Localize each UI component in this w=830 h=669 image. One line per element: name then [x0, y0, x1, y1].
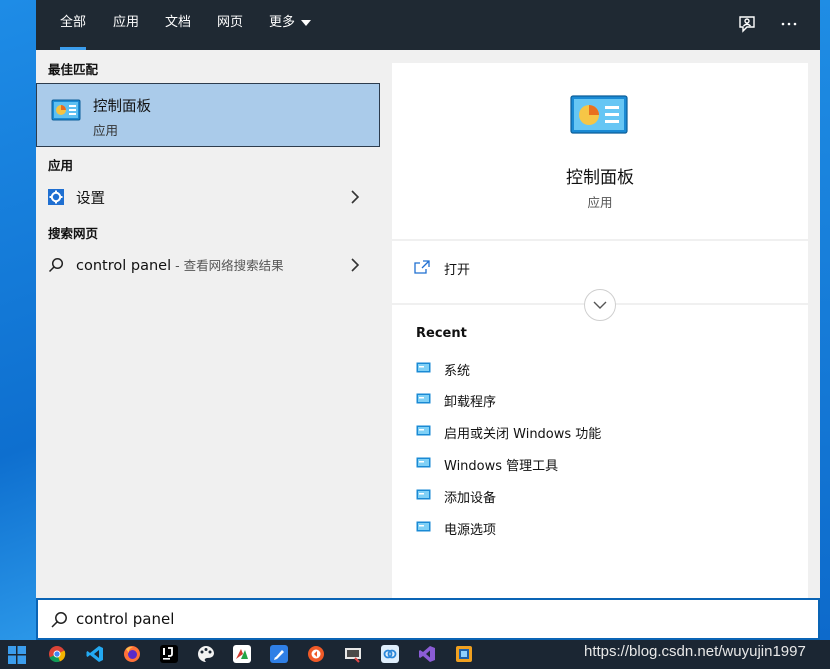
open-label: 打开: [444, 263, 471, 278]
web-search-hint: - 查看网络搜索结果: [171, 258, 284, 273]
apps-heading: 应用: [48, 158, 74, 173]
recent-item-label: 电源选项: [444, 523, 497, 538]
control-panel-icon: [416, 393, 431, 405]
control-panel-icon: [416, 425, 431, 437]
tab-web[interactable]: 网页: [217, 0, 243, 50]
snip-icon[interactable]: [344, 645, 362, 663]
list-item-web-search[interactable]: control panel - 查看网络搜索结果: [36, 250, 380, 280]
recent-item-label: 系统: [444, 364, 471, 379]
search-tab-bar: 全部 应用 文档 网页 更多: [36, 0, 820, 50]
open-icon: [414, 260, 430, 274]
chevron-right-icon[interactable]: [348, 257, 362, 273]
settings-label: 设置: [76, 191, 105, 207]
best-match-heading: 最佳匹配: [48, 62, 99, 77]
app-icon-3[interactable]: [381, 645, 399, 663]
intellij-icon[interactable]: [160, 645, 178, 663]
recent-item-label: 添加设备: [444, 491, 497, 506]
best-match-subtitle: 应用: [93, 123, 119, 138]
desktop-background: [0, 0, 36, 640]
watermark-text: https://blog.csdn.net/wuyujin1997: [584, 643, 806, 660]
tab-more[interactable]: 更多: [269, 0, 312, 50]
chevron-down-icon: [301, 19, 312, 26]
tab-apps[interactable]: 应用: [113, 0, 139, 50]
vscode-icon[interactable]: [86, 645, 104, 663]
recent-item-label: 卸载程序: [444, 395, 497, 410]
control-panel-icon: [416, 362, 431, 374]
more-options-icon[interactable]: [779, 14, 799, 34]
search-box: [36, 598, 820, 640]
list-item-settings[interactable]: 设置: [36, 182, 380, 212]
preview-pane: 控制面板 应用 打开 Recent 系统 卸载程序 启用或关闭 Windows …: [392, 63, 808, 598]
web-search-heading: 搜索网页: [48, 226, 99, 241]
preview-subtitle: 应用: [587, 195, 613, 210]
best-match-result[interactable]: 控制面板 应用: [36, 83, 380, 147]
search-icon: [50, 611, 68, 629]
results-pane: 最佳匹配 控制面板 应用 应用 设置 搜索网页 control panel - …: [36, 50, 380, 598]
app-icon[interactable]: [233, 645, 251, 663]
web-search-query: control panel: [76, 258, 172, 274]
visual-studio-icon[interactable]: [418, 645, 436, 663]
control-panel-icon: [51, 98, 81, 124]
expand-button[interactable]: [584, 289, 616, 321]
recent-item-label: Windows 管理工具: [444, 459, 559, 474]
chrome-icon[interactable]: [48, 645, 66, 663]
windows-start-icon[interactable]: [8, 646, 26, 664]
preview-title: 控制面板: [566, 168, 634, 188]
feedback-icon[interactable]: [737, 14, 757, 34]
control-panel-icon: [416, 457, 431, 469]
best-match-title: 控制面板: [93, 99, 151, 115]
paint-icon[interactable]: [197, 645, 215, 663]
feishu-icon[interactable]: [270, 645, 288, 663]
app-icon-4[interactable]: [455, 645, 473, 663]
firefox-icon[interactable]: [123, 645, 141, 663]
search-window: 全部 应用 文档 网页 更多 最佳匹配 控制面板 应用 应用 设置 搜索网页 c…: [36, 0, 820, 640]
control-panel-icon: [570, 95, 628, 135]
search-input[interactable]: [76, 606, 776, 632]
chevron-right-icon[interactable]: [348, 189, 362, 205]
gear-icon: [48, 189, 64, 205]
control-panel-icon: [416, 521, 431, 533]
divider: [392, 239, 808, 241]
app-icon-2[interactable]: [307, 645, 325, 663]
search-icon: [48, 257, 64, 273]
recent-item-label: 启用或关闭 Windows 功能: [444, 427, 602, 442]
recent-heading: Recent: [416, 326, 467, 341]
tab-documents[interactable]: 文档: [165, 0, 191, 50]
control-panel-icon: [416, 489, 431, 501]
tab-all[interactable]: 全部: [60, 0, 87, 50]
chevron-down-icon: [593, 301, 607, 309]
web-search-label: control panel - 查看网络搜索结果: [76, 255, 284, 274]
tab-more-label: 更多: [269, 15, 296, 30]
